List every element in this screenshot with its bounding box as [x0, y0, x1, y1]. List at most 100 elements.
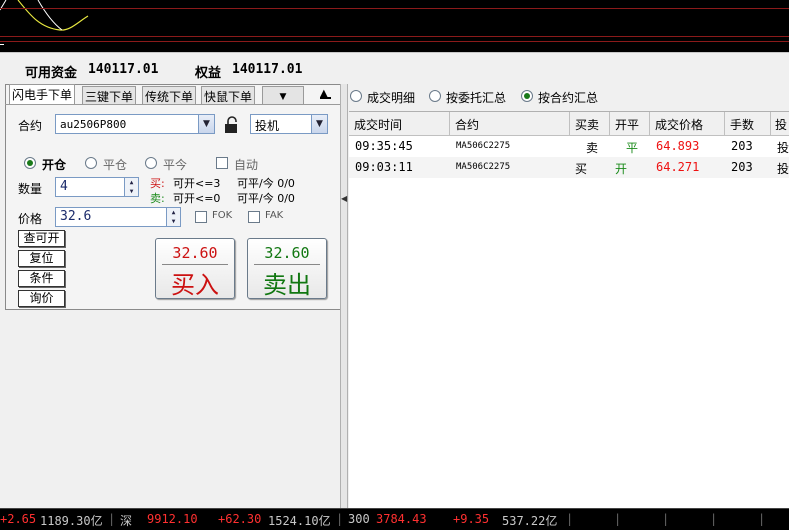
index1-change: +2.65 [0, 512, 37, 526]
view-by-contract-label: 按合约汇总 [538, 91, 599, 105]
buy-button[interactable]: 32.60 买入 [155, 238, 235, 299]
sell-can-close: 可平/今 0/0 [237, 192, 295, 205]
chevron-down-icon[interactable]: ▼ [311, 115, 327, 133]
close-today-radio[interactable] [145, 157, 157, 169]
index2-amount: 1524.10亿 [268, 514, 331, 528]
panel-splitter[interactable]: ◀ [340, 84, 348, 508]
buy-can-close: 可平/今 0/0 [237, 177, 295, 190]
chevron-left-icon[interactable]: ◀ [341, 194, 347, 203]
collapse-bar [320, 97, 331, 99]
trade-side: 卖 [586, 141, 599, 155]
trade-contract: MA506C2275 [456, 141, 511, 151]
trade-price: 64.271 [656, 160, 700, 174]
quote-request-button[interactable]: 询价 [18, 290, 65, 307]
quantity-value: 4 [60, 179, 68, 194]
sell-can-open: 可开<=0 [173, 192, 221, 205]
view-by-order-label: 按委托汇总 [446, 91, 507, 105]
contract-value: au2506P800 [60, 118, 127, 131]
fok-label: FOK [212, 210, 233, 221]
column-header-side[interactable]: 买卖 [570, 112, 610, 136]
tab-flash-order[interactable]: 闪电手下单 [9, 84, 75, 104]
quantity-label: 数量 [18, 182, 43, 196]
price-stepper[interactable]: 32.6 ▲ ▼ [55, 207, 181, 227]
contract-label: 合约 [18, 119, 43, 133]
trade-price: 64.893 [656, 139, 700, 153]
column-header-contract[interactable]: 合约 [450, 112, 570, 136]
index3-value: 3784.43 [376, 512, 427, 526]
trade-type: 投 [777, 141, 789, 155]
status-divider: | [614, 512, 622, 526]
trade-qty: 203 [731, 139, 753, 153]
buy-label: 买: [150, 177, 165, 190]
buy-price: 32.60 [172, 244, 218, 262]
quantity-stepper[interactable]: 4 ▲ ▼ [55, 177, 139, 197]
buy-label-text: 买入 [171, 271, 219, 299]
tab-more-button[interactable]: ▼ [262, 86, 304, 104]
available-funds-value: 140117.01 [88, 62, 159, 77]
sell-label-text: 卖出 [263, 271, 311, 299]
price-spin[interactable]: ▲ ▼ [166, 208, 180, 226]
view-by-contract-radio[interactable] [521, 90, 533, 102]
mini-chart [0, 0, 789, 38]
quantity-spin[interactable]: ▲ ▼ [124, 178, 138, 196]
view-by-order-radio[interactable] [429, 90, 441, 102]
trade-open-close: 开 [615, 162, 628, 176]
trade-contract: MA506C2275 [456, 162, 511, 172]
equity-value: 140117.01 [232, 62, 303, 77]
index3-change: +9.35 [453, 512, 490, 526]
trade-open-close: 平 [626, 141, 639, 155]
tab-three-key-order[interactable]: 三键下单 [82, 86, 136, 104]
close-position-label: 平仓 [103, 158, 128, 172]
account-bar: 可用资金 140117.01 权益 140117.01 [0, 56, 345, 84]
chevron-down-icon[interactable]: ▼ [198, 115, 214, 133]
chart-separator [0, 38, 789, 52]
index2-name: 深 [120, 514, 133, 528]
fok-checkbox[interactable] [195, 211, 207, 223]
index3-name: 300 [348, 512, 370, 526]
column-header-type[interactable]: 投 [771, 112, 789, 136]
market-status-bar: +2.65 1189.30亿 | 深 9912.10 +62.30 1524.1… [0, 508, 789, 530]
column-header-qty[interactable]: 手数 [725, 112, 771, 136]
unlock-icon[interactable] [224, 116, 240, 137]
index3-amount: 537.22亿 [502, 514, 558, 528]
tab-quick-mouse-order[interactable]: 快鼠下单 [201, 86, 255, 104]
trade-side: 买 [575, 162, 588, 176]
price-value: 32.6 [60, 209, 92, 224]
condition-button[interactable]: 条件 [18, 270, 65, 287]
fak-label: FAK [265, 210, 284, 221]
check-available-button[interactable]: 查可开 [18, 230, 65, 247]
column-header-time[interactable]: 成交时间 [349, 112, 450, 136]
status-divider: | [662, 512, 670, 526]
fak-checkbox[interactable] [248, 211, 260, 223]
open-position-radio[interactable] [24, 157, 36, 169]
trade-type: 投 [777, 162, 789, 176]
mini-chart-lines [0, 0, 89, 31]
contract-select[interactable]: au2506P800 ▼ [55, 114, 215, 134]
available-funds-label: 可用资金 [25, 66, 78, 81]
auto-checkbox[interactable] [216, 157, 228, 169]
view-detail-label: 成交明细 [367, 91, 416, 105]
index1-amount: 1189.30亿 [40, 514, 103, 528]
status-divider: | [336, 512, 344, 526]
status-divider: | [566, 512, 574, 526]
close-today-label: 平今 [163, 158, 188, 172]
buy-can-open: 可开<=3 [173, 177, 221, 190]
tab-row-divider [5, 104, 343, 105]
hedge-type-select[interactable]: 投机 ▼ [250, 114, 328, 134]
column-header-price[interactable]: 成交价格 [650, 112, 725, 136]
auto-label: 自动 [234, 158, 259, 172]
sell-price: 32.60 [264, 244, 310, 262]
status-divider: | [710, 512, 718, 526]
close-position-radio[interactable] [85, 157, 97, 169]
open-position-label: 开仓 [42, 158, 67, 172]
status-divider: | [758, 512, 766, 526]
column-header-open-close[interactable]: 开平 [610, 112, 650, 136]
trade-time: 09:03:11 [355, 160, 413, 174]
chevron-down-icon: ▼ [279, 92, 287, 102]
reset-button[interactable]: 复位 [18, 250, 65, 267]
trade-qty: 203 [731, 160, 753, 174]
view-detail-radio[interactable] [350, 90, 362, 102]
equity-label: 权益 [195, 66, 222, 81]
tab-classic-order[interactable]: 传统下单 [142, 86, 196, 104]
sell-button[interactable]: 32.60 卖出 [247, 238, 327, 299]
